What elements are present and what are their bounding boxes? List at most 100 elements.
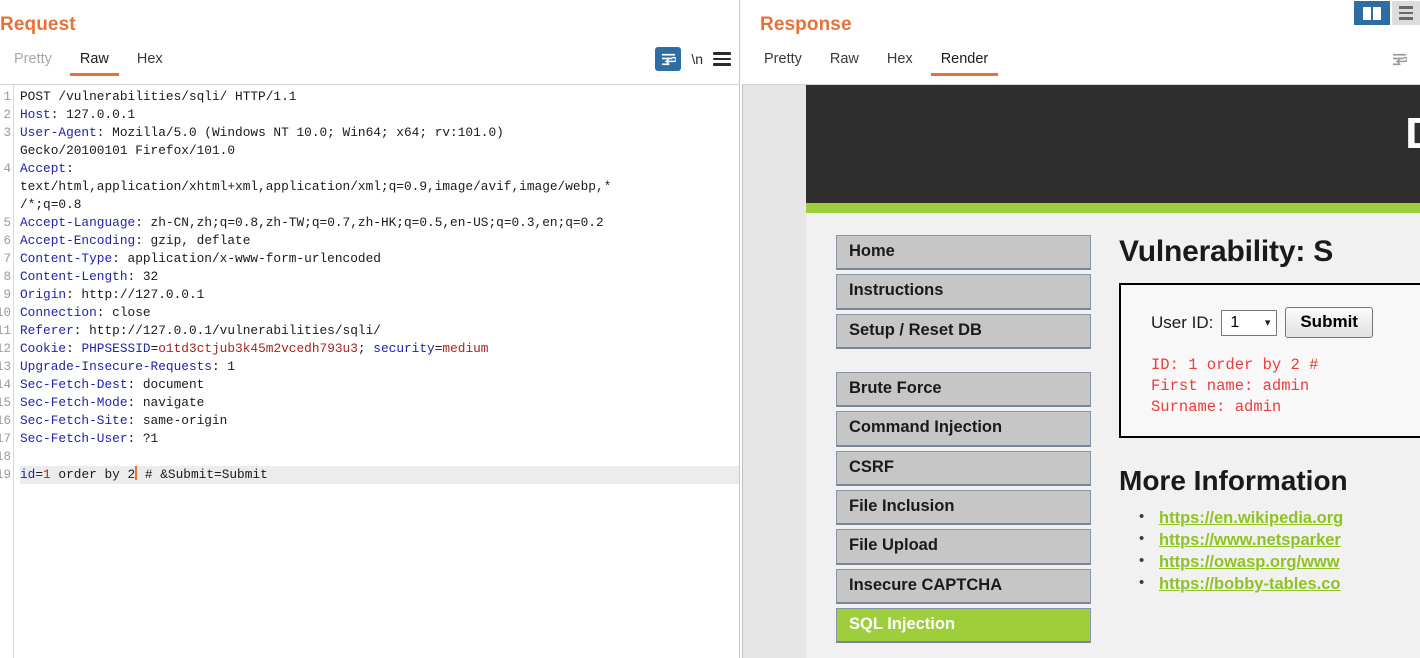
line-number: 16 — [0, 414, 11, 428]
line-number: 14 — [0, 378, 11, 392]
request-header-line — [20, 448, 739, 466]
word-wrap-icon[interactable] — [655, 47, 682, 71]
request-header-line: Accept-Encoding: gzip, deflate — [20, 233, 251, 248]
newline-toggle[interactable]: \n — [691, 51, 703, 67]
response-panel-title: Response — [760, 14, 852, 35]
line-number: 2 — [3, 108, 11, 122]
list-view-icon[interactable] — [1392, 1, 1420, 25]
list-item: https://www.netsparker — [1139, 528, 1420, 551]
line-number: 13 — [0, 360, 11, 374]
hamburger-menu-icon[interactable] — [713, 49, 731, 69]
response-render-viewport[interactable]: D HomeInstructionsSetup / Reset DB Brute … — [742, 84, 1420, 658]
sidebar-item-csrf[interactable]: CSRF — [836, 450, 1091, 486]
request-header-line: Sec-Fetch-Dest: document — [20, 377, 205, 392]
response-panel: Response Pretty Raw Hex Render Home Inst… — [740, 0, 1420, 658]
line-number: 5 — [3, 216, 11, 230]
request-panel: Request Pretty Raw Hex \n 1 2 3 4 5 6 7 … — [0, 0, 740, 658]
request-header-line: Gecko/20100101 Firefox/101.0 — [20, 143, 236, 158]
sidebar-item-setup-reset-db[interactable]: Setup / Reset DB — [836, 313, 1091, 349]
tab-response-hex[interactable]: Hex — [873, 47, 927, 76]
request-header-line: Sec-Fetch-Mode: navigate — [20, 395, 205, 410]
sidebar-item-command-injection[interactable]: Command Injection — [836, 411, 1091, 447]
dvwa-content: Vulnerability: S User ID: 1 ▾ Submit ID: — [1091, 235, 1420, 647]
tab-request-hex[interactable]: Hex — [123, 47, 177, 76]
submit-button[interactable]: Submit — [1285, 307, 1373, 338]
line-number: 9 — [3, 288, 11, 302]
request-raw-text[interactable]: POST /vulnerabilities/sqli/ HTTP/1.1 Host… — [14, 85, 739, 658]
request-header-line: Upgrade-Insecure-Requests: 1 — [20, 359, 236, 374]
sidebar-item-file-inclusion[interactable]: File Inclusion — [836, 489, 1091, 526]
response-tabbar: Pretty Raw Hex Render — [740, 42, 1420, 76]
request-header-line: Sec-Fetch-Site: same-origin — [20, 413, 228, 428]
sidebar-item-brute-force[interactable]: Brute Force — [836, 371, 1091, 408]
user-id-form-row: User ID: 1 ▾ Submit — [1151, 307, 1420, 338]
request-header-line: Origin: http://127.0.0.1 — [20, 287, 205, 302]
request-header-line: text/html,application/xhtml+xml,applicat… — [20, 179, 612, 194]
sidebar-item-file-upload[interactable]: File Upload — [836, 529, 1091, 565]
more-information-heading: More Information — [1119, 465, 1348, 496]
more-info-link[interactable]: https://www.netsparker — [1159, 531, 1341, 549]
burp-suite-window: Request Pretty Raw Hex \n 1 2 3 4 5 6 7 … — [0, 0, 1420, 658]
request-header-line: Cookie: PHPSESSID=o1td3ctjub3k45m2vcedh7… — [20, 341, 489, 356]
more-info-link[interactable]: https://bobby-tables.co — [1159, 575, 1341, 593]
sidebar-item-instructions[interactable]: Instructions — [836, 274, 1091, 310]
more-info-link[interactable]: https://en.wikipedia.org — [1159, 509, 1343, 527]
word-wrap-icon[interactable] — [1386, 47, 1412, 71]
list-item: https://en.wikipedia.org — [1139, 506, 1420, 529]
request-panel-title: Request — [0, 14, 76, 35]
user-id-label: User ID: — [1151, 312, 1214, 332]
list-item: https://bobby-tables.co — [1139, 572, 1420, 595]
dvwa-page: D HomeInstructionsSetup / Reset DB Brute … — [806, 85, 1420, 658]
line-number: 19 — [0, 468, 11, 482]
request-header-line: Referer: http://127.0.0.1/vulnerabilitie… — [20, 323, 381, 338]
chevron-down-icon: ▾ — [1264, 317, 1271, 329]
line-number: 3 — [3, 126, 11, 140]
request-header-line: Accept-Language: zh-CN,zh;q=0.8,zh-TW;q=… — [20, 215, 604, 230]
split-view-icon[interactable] — [1354, 1, 1390, 25]
sidebar-item-sql-injection[interactable]: SQL Injection — [836, 607, 1091, 644]
dvwa-logo: D — [1405, 109, 1420, 159]
request-header-line: Host: 127.0.0.1 — [20, 107, 136, 122]
window-view-controls — [1354, 0, 1420, 26]
line-number: 11 — [0, 324, 11, 338]
more-info-link[interactable]: https://owasp.org/www — [1159, 553, 1340, 571]
line-number: 4 — [3, 162, 11, 176]
request-header-line: Accept: — [20, 161, 74, 176]
tab-response-pretty[interactable]: Pretty — [750, 47, 816, 76]
dvwa-sidebar: Home Instructions Setup / Reset DB Brute Fo… — [806, 235, 1091, 647]
line-number — [0, 196, 13, 214]
line-number: 18 — [0, 450, 11, 464]
request-header-line: User-Agent: Mozilla/5.0 (Windows NT 10.0… — [20, 125, 504, 140]
dvwa-green-divider — [806, 203, 1420, 213]
tab-request-raw[interactable]: Raw — [66, 47, 123, 76]
line-number: 7 — [3, 252, 11, 266]
request-line-numbers: 123 4 5678910111213141516171819 — [0, 85, 14, 658]
sqli-result-line: First name: admin — [1151, 377, 1310, 395]
line-number: 1 — [3, 90, 11, 104]
line-number — [0, 178, 13, 196]
user-id-select[interactable]: 1 ▾ — [1221, 309, 1278, 336]
line-number: 6 — [3, 234, 11, 248]
more-information-links: https://en.wikipedia.org https://www.nets… — [1119, 506, 1420, 595]
tab-request-pretty[interactable]: Pretty — [0, 47, 66, 76]
request-header-line: /*;q=0.8 — [20, 197, 82, 212]
line-number: 12 — [0, 342, 11, 356]
request-body-line: id=1 order by 2 # &Submit=Submit — [20, 466, 739, 484]
sidebar-item-home[interactable]: Home — [836, 235, 1091, 271]
request-tabbar: Pretty Raw Hex \n — [0, 42, 739, 76]
tab-response-render[interactable]: Render — [927, 47, 1003, 76]
page-title: Vulnerability: S — [1119, 235, 1334, 268]
tab-response-raw[interactable]: Raw — [816, 47, 873, 76]
request-editor[interactable]: 123 4 5678910111213141516171819 POST /vu… — [0, 84, 739, 658]
line-number: 17 — [0, 432, 11, 446]
request-toolbar: \n — [655, 47, 739, 76]
request-header-line: Sec-Fetch-User: ?1 — [20, 431, 159, 446]
request-header-line: Content-Type: application/x-www-form-url… — [20, 251, 381, 266]
dvwa-body: Home Instructions Setup / Reset DB Brute Fo… — [806, 213, 1420, 647]
line-number: 15 — [0, 396, 11, 410]
line-number — [0, 142, 13, 160]
sidebar-item-insecure-captcha[interactable]: Insecure CAPTCHA — [836, 568, 1091, 604]
sqli-result-output: ID: 1 order by 2 # First name: admin Surna… — [1151, 355, 1420, 418]
line-number: 10 — [0, 306, 11, 320]
